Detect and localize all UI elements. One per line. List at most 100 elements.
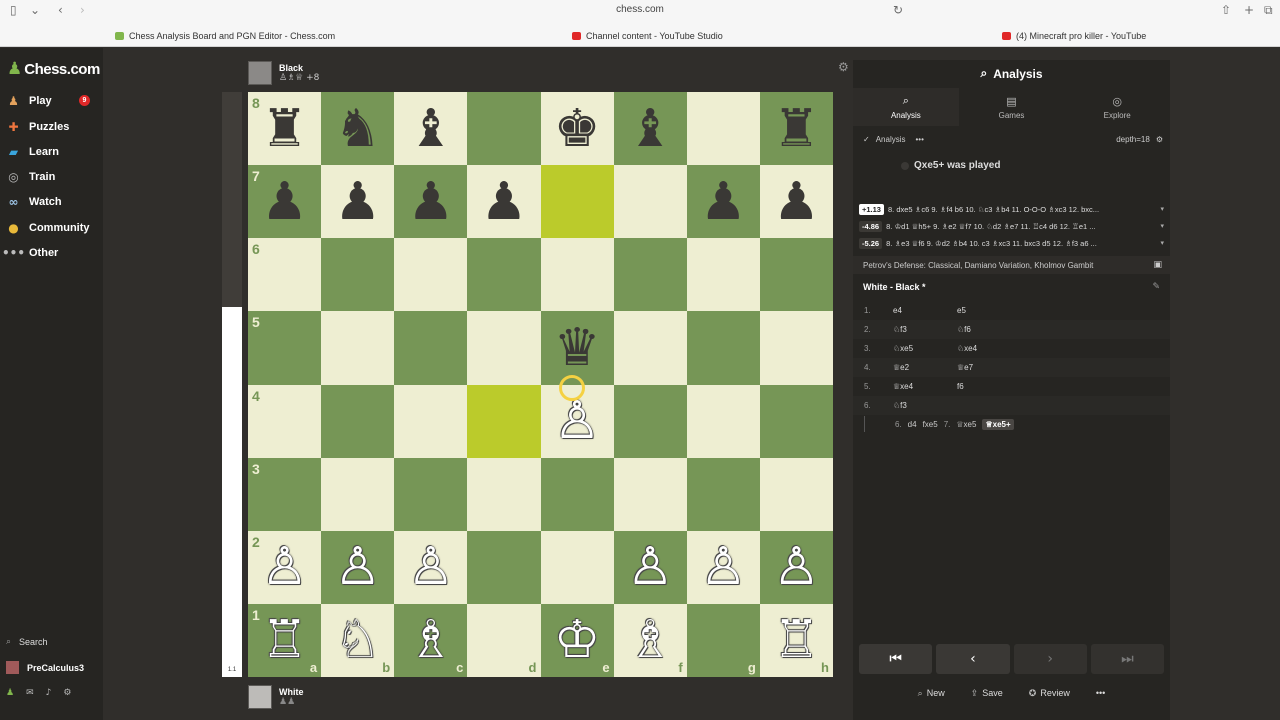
white-piece-icon[interactable]: ♙ [687, 531, 760, 604]
square-d8[interactable] [467, 92, 541, 166]
move-white[interactable]: ♘f3 [893, 401, 907, 410]
white-piece-icon[interactable]: ♗ [394, 604, 467, 677]
more-icon[interactable]: ••• [916, 135, 924, 144]
white-piece-icon[interactable]: ♖ [760, 604, 833, 677]
black-piece-icon[interactable]: ♜ [248, 92, 321, 165]
next-move-button[interactable]: › [1013, 644, 1087, 674]
black-piece-icon[interactable]: ♟ [248, 165, 321, 238]
tab-analysis[interactable]: ⌕ Analysis [853, 88, 959, 126]
square-f5[interactable] [613, 311, 687, 385]
move-black[interactable]: f6 [957, 382, 964, 391]
square-e7[interactable] [540, 165, 614, 239]
square-g7[interactable]: ♟ [686, 165, 760, 239]
square-c6[interactable] [394, 238, 468, 312]
move-black[interactable]: ♕e7 [957, 363, 973, 372]
black-piece-icon[interactable]: ♟ [760, 165, 833, 238]
black-piece-icon[interactable]: ♟ [467, 165, 540, 238]
square-d1[interactable]: d [467, 603, 541, 677]
friends-icon[interactable]: ♟ [6, 688, 14, 698]
square-f7[interactable] [613, 165, 687, 239]
square-e1[interactable]: e ♔ [540, 603, 614, 677]
board-settings-gear-icon[interactable]: ⚙ [838, 60, 849, 74]
sidebar-search[interactable]: ⌕ Search [6, 637, 48, 647]
square-b1[interactable]: b ♘ [321, 603, 395, 677]
sidebar-item-watch[interactable]: ∞ Watch [6, 193, 98, 211]
square-h7[interactable]: ♟ [759, 165, 833, 239]
square-e2[interactable] [540, 530, 614, 604]
square-a7[interactable]: 7 ♟ [248, 165, 322, 239]
sidebar-item-community[interactable]: ● Community [6, 219, 98, 237]
chevron-down-icon[interactable]: ▾ [1160, 205, 1164, 213]
square-g6[interactable] [686, 238, 760, 312]
variation-move[interactable]: ♕xe5 [956, 420, 976, 429]
move-black[interactable]: ♘f6 [957, 325, 971, 334]
tab-chess-analysis[interactable]: Chess Analysis Board and PGN Editor - Ch… [115, 26, 335, 46]
square-c7[interactable]: ♟ [394, 165, 468, 239]
sidebar-item-train[interactable]: ◎ Train [6, 168, 98, 186]
white-piece-icon[interactable]: ♙ [760, 531, 833, 604]
new-tab-icon[interactable]: + [1244, 3, 1254, 17]
black-piece-icon[interactable]: ♟ [687, 165, 760, 238]
white-piece-icon[interactable]: ♔ [541, 604, 614, 677]
square-h1[interactable]: h ♖ [759, 603, 833, 677]
black-piece-icon[interactable]: ♚ [541, 92, 614, 165]
black-piece-icon[interactable]: ♝ [614, 92, 687, 165]
gear-icon[interactable]: ⚙ [63, 688, 71, 698]
current-move[interactable]: ♕xe5+ [982, 418, 1014, 430]
save-button[interactable]: ⇪ Save [971, 688, 1003, 699]
square-a1[interactable]: 1 a ♖ [248, 603, 322, 677]
black-piece-icon[interactable]: ♜ [760, 92, 833, 165]
square-g1[interactable]: g [686, 603, 760, 677]
white-piece-icon[interactable]: ♗ [614, 604, 687, 677]
square-b2[interactable]: ♙ [321, 530, 395, 604]
chess-board[interactable]: 8 ♜ ♞ ♝ ♚ ♝ ♜ 7 ♟ ♟ ♟ ♟ ♟ ♟ 6 5 ♛ 4 ♙ 3 2 ♙ ♙ ♙ ♙ ♙ ♙ 1 a ♖ b ♘ c ♗ d e ♔ f ♗ g… [248, 92, 833, 677]
book-icon[interactable]: ▣ [1153, 260, 1162, 270]
white-piece-icon[interactable]: ♙ [321, 531, 394, 604]
opening-name[interactable]: Petrov's Defense: Classical, Damiano Var… [853, 256, 1170, 274]
share-icon[interactable]: ⇧ [1221, 3, 1231, 17]
square-f8[interactable]: ♝ [613, 92, 687, 166]
messages-icon[interactable]: ✉ [26, 688, 34, 698]
sidebar-item-puzzles[interactable]: ✚ Puzzles [6, 118, 98, 136]
white-piece-icon[interactable]: ♙ [394, 531, 467, 604]
variation-move[interactable]: d4 [908, 420, 917, 429]
square-h3[interactable] [759, 457, 833, 531]
square-a5[interactable]: 5 [248, 311, 322, 385]
square-c8[interactable]: ♝ [394, 92, 468, 166]
square-d5[interactable] [467, 311, 541, 385]
variation-move[interactable]: fxe5 [923, 420, 938, 429]
sidebar-item-other[interactable]: ••• Other [2, 244, 98, 262]
square-h5[interactable] [759, 311, 833, 385]
black-piece-icon[interactable]: ♝ [394, 92, 467, 165]
square-e3[interactable] [540, 457, 614, 531]
move-white[interactable]: ♘f3 [893, 325, 907, 334]
square-f4[interactable] [613, 384, 687, 458]
square-c5[interactable] [394, 311, 468, 385]
tab-youtube-studio[interactable]: Channel content - YouTube Studio [572, 26, 723, 46]
square-f6[interactable] [613, 238, 687, 312]
black-piece-icon[interactable]: ♛ [541, 311, 614, 384]
reload-icon[interactable]: ↻ [893, 3, 903, 17]
square-c2[interactable]: ♙ [394, 530, 468, 604]
square-g4[interactable] [686, 384, 760, 458]
sidebar-item-play[interactable]: ♟ Play 9 [6, 92, 98, 110]
tab-games[interactable]: ▤ Games [959, 88, 1065, 126]
square-b7[interactable]: ♟ [321, 165, 395, 239]
white-piece-icon[interactable]: ♘ [321, 604, 394, 677]
gear-icon[interactable]: ⚙ [1156, 135, 1163, 144]
square-c3[interactable] [394, 457, 468, 531]
square-e6[interactable] [540, 238, 614, 312]
first-move-button[interactable]: ⏮ [859, 644, 933, 674]
chevron-down-icon[interactable]: ▾ [1160, 239, 1164, 247]
square-h6[interactable] [759, 238, 833, 312]
more-options-button[interactable]: ••• [1096, 688, 1105, 698]
square-e5[interactable]: ♛ [540, 311, 614, 385]
white-piece-icon[interactable]: ♙ [248, 531, 321, 604]
square-d4[interactable] [467, 384, 541, 458]
address-bar[interactable]: chess.com [0, 4, 1280, 15]
bell-icon[interactable]: ♪ [46, 688, 52, 698]
square-d3[interactable] [467, 457, 541, 531]
pencil-icon[interactable]: ✎ [1152, 282, 1160, 292]
square-g5[interactable] [686, 311, 760, 385]
square-d6[interactable] [467, 238, 541, 312]
